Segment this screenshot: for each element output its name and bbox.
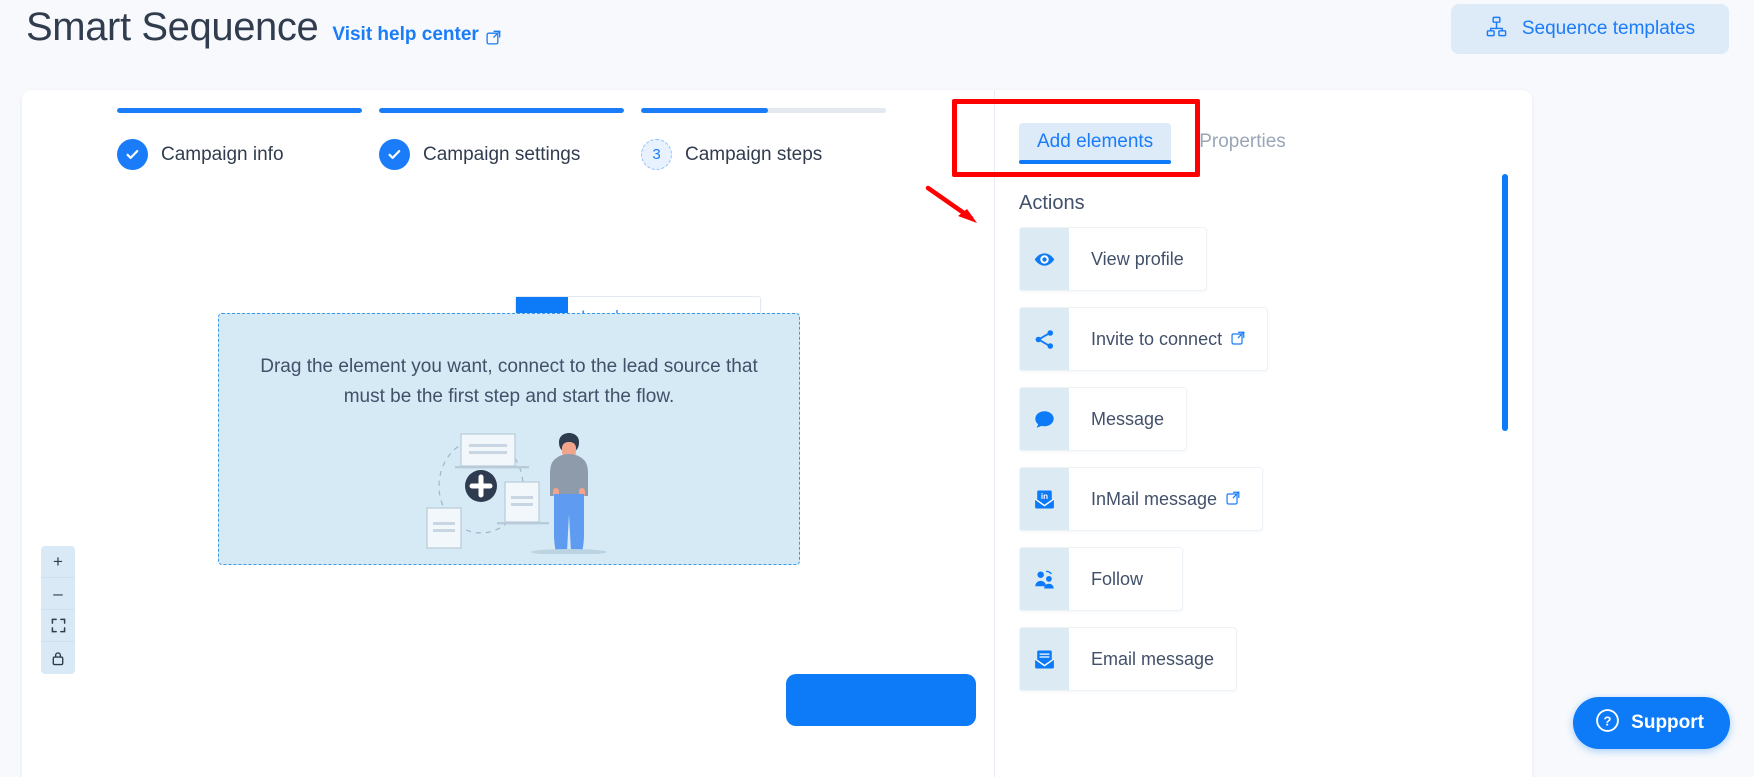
fit-screen-button[interactable] — [41, 610, 75, 642]
external-link-icon — [1231, 329, 1245, 350]
lock-canvas-button[interactable] — [41, 642, 75, 674]
step-campaign-steps[interactable]: 3 Campaign steps — [641, 108, 886, 170]
title-group: Smart Sequence Visit help center — [26, 2, 501, 52]
canvas-zoom-toolbar: + – — [41, 546, 75, 674]
action-item-view-profile[interactable]: View profile — [1019, 227, 1207, 291]
step-row: Campaign info — [117, 139, 362, 170]
support-button[interactable]: ? Support — [1573, 697, 1730, 749]
tab-properties[interactable]: Properties — [1181, 123, 1304, 163]
panel-scrollbar[interactable] — [1502, 174, 1508, 694]
dropzone-instructions: Drag the element you want, connect to th… — [254, 352, 764, 412]
campaign-stepper: Campaign info Campaign settings 3 Campai… — [117, 108, 886, 170]
action-label: Email message — [1091, 648, 1215, 669]
action-label-wrap: Invite to connect — [1069, 308, 1267, 370]
step-badge-check-icon — [379, 139, 410, 170]
zoom-in-button[interactable]: + — [41, 546, 75, 578]
action-item-follow[interactable]: Follow — [1019, 547, 1183, 611]
question-mark-icon: ? — [1595, 708, 1620, 739]
tab-add-elements[interactable]: Add elements — [1019, 123, 1172, 164]
dropzone-illustration — [219, 426, 799, 554]
step-progress-bar — [641, 108, 886, 113]
step-campaign-info[interactable]: Campaign info — [117, 108, 362, 170]
action-label: InMail message — [1091, 488, 1218, 509]
sequence-templates-button[interactable]: Sequence templates — [1451, 4, 1729, 54]
actions-section-title: Actions — [1019, 192, 1085, 214]
primary-action-button[interactable] — [786, 674, 976, 726]
dropzone-line-2: must be the first step and start the flo… — [343, 386, 675, 407]
sitemap-icon — [1485, 15, 1508, 44]
share-icon — [1020, 308, 1069, 370]
step-progress-bar — [379, 108, 624, 113]
step-row: Campaign settings — [379, 139, 624, 170]
app-root: Smart Sequence Visit help center Sequenc… — [0, 0, 1754, 777]
step-progress-bar — [117, 108, 362, 113]
support-label: Support — [1631, 712, 1704, 733]
actions-list: View profile Invite to connect Message i… — [1019, 227, 1489, 717]
step-badge-check-icon — [117, 139, 148, 170]
action-label: Follow — [1091, 568, 1144, 589]
eye-icon — [1020, 228, 1069, 290]
action-item-invite-to-connect[interactable]: Invite to connect — [1019, 307, 1269, 371]
action-label: View profile — [1091, 248, 1184, 269]
step-badge-number: 3 — [641, 139, 672, 170]
action-label: Message — [1091, 408, 1165, 429]
sequence-templates-label: Sequence templates — [1521, 18, 1696, 39]
zoom-out-button[interactable]: – — [41, 578, 75, 610]
page-header: Smart Sequence Visit help center Sequenc… — [0, 0, 1754, 88]
panel-tabs: Add elements Properties — [995, 90, 1532, 170]
svg-text:?: ? — [1604, 713, 1612, 728]
help-link-label: Visit help center — [332, 24, 479, 45]
action-item-inmail-message[interactable]: in InMail message — [1019, 467, 1264, 531]
canvas-dropzone[interactable]: Drag the element you want, connect to th… — [218, 313, 800, 565]
action-label-wrap: Message — [1069, 388, 1186, 450]
action-label-wrap: View profile — [1069, 228, 1206, 290]
external-link-icon — [1226, 489, 1240, 510]
action-label-wrap: Email message — [1069, 628, 1236, 690]
action-label: Invite to connect — [1091, 328, 1223, 349]
step-campaign-settings[interactable]: Campaign settings — [379, 108, 624, 170]
step-label: Campaign info — [161, 143, 284, 165]
page-title: Smart Sequence — [26, 5, 319, 49]
builder-card: Campaign info Campaign settings 3 Campai… — [22, 90, 1532, 777]
dropzone-line-1: Drag the element you want, connect to th… — [260, 356, 758, 377]
action-item-message[interactable]: Message — [1019, 387, 1188, 451]
step-label: Campaign steps — [685, 143, 823, 165]
action-label-wrap: Follow — [1069, 548, 1165, 610]
follow-person-icon — [1020, 548, 1069, 610]
step-label: Campaign settings — [423, 143, 581, 165]
linkedin-mail-icon: in — [1020, 468, 1069, 530]
visit-help-center-link[interactable]: Visit help center — [332, 24, 501, 46]
step-row: 3 Campaign steps — [641, 139, 886, 170]
email-icon — [1020, 628, 1069, 690]
external-link-icon — [486, 29, 501, 45]
action-label-wrap: InMail message — [1069, 468, 1262, 530]
action-item-email-message[interactable]: Email message — [1019, 627, 1238, 691]
chat-bubble-icon — [1020, 388, 1069, 450]
elements-panel: Add elements Properties Actions View pro… — [994, 90, 1532, 777]
